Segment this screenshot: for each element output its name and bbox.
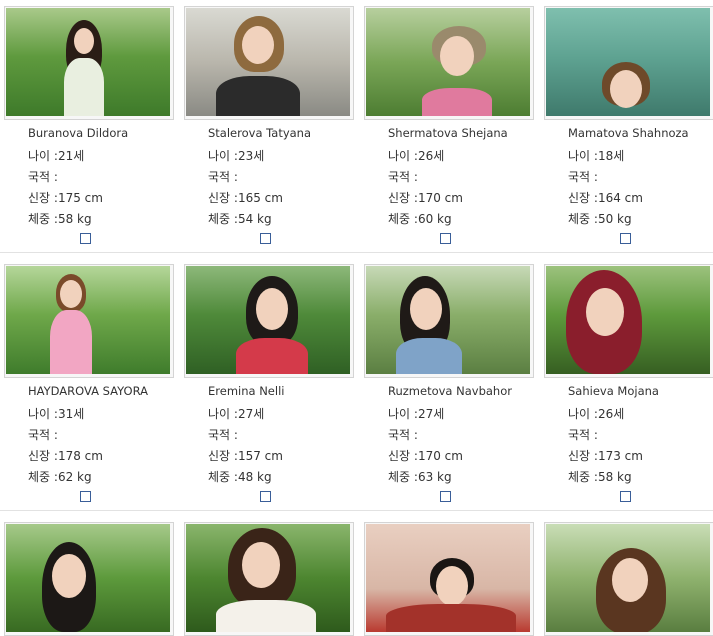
age-value: 27세: [417, 407, 445, 421]
profile-photo[interactable]: [544, 6, 713, 120]
weight-label: 체중 :: [28, 212, 58, 226]
profile-photo[interactable]: [364, 6, 534, 120]
nationality-label: 국적 :: [208, 428, 238, 442]
profile-name: HAYDAROVA SAYORA: [28, 384, 148, 398]
weight-value: 63 kg: [417, 470, 452, 484]
weight-label: 체중 :: [208, 212, 238, 226]
profile-photo[interactable]: [184, 264, 354, 378]
height-value: 157 cm: [237, 449, 283, 463]
height-value: 173 cm: [597, 449, 643, 463]
weight-value: 62 kg: [57, 470, 92, 484]
profile-name: Sahieva Mojana: [568, 384, 659, 398]
select-checkbox[interactable]: [440, 233, 451, 244]
nationality-label: 국적 :: [388, 170, 418, 184]
age-label: 나이 :: [208, 149, 238, 163]
select-checkbox[interactable]: [260, 233, 271, 244]
profile-name: Eremina Nelli: [208, 384, 285, 398]
weight-label: 체중 :: [388, 470, 418, 484]
age-label: 나이 :: [28, 407, 58, 421]
select-checkbox[interactable]: [620, 491, 631, 502]
profile-photo[interactable]: [544, 522, 713, 636]
profile-photo[interactable]: [4, 6, 174, 120]
profile-photo[interactable]: [4, 522, 174, 636]
age-value: 23세: [237, 149, 265, 163]
select-checkbox[interactable]: [80, 491, 91, 502]
weight-value: 60 kg: [417, 212, 452, 226]
profile-photo[interactable]: [544, 264, 713, 378]
age-label: 나이 :: [28, 149, 58, 163]
height-label: 신장 :: [568, 191, 598, 205]
profile-name: Stalerova Tatyana: [208, 126, 312, 140]
age-value: 27세: [237, 407, 265, 421]
profile-photo[interactable]: [4, 264, 174, 378]
select-checkbox[interactable]: [620, 233, 631, 244]
nationality-label: 국적 :: [568, 428, 598, 442]
profile-name: Mamatova Shahnoza: [568, 126, 689, 140]
height-value: 178 cm: [57, 449, 103, 463]
age-label: 나이 :: [568, 149, 598, 163]
nationality-label: 국적 :: [28, 170, 58, 184]
age-value: 18세: [597, 149, 625, 163]
height-value: 175 cm: [57, 191, 103, 205]
height-value: 164 cm: [597, 191, 643, 205]
weight-value: 58 kg: [597, 470, 632, 484]
select-checkbox[interactable]: [260, 491, 271, 502]
height-label: 신장 :: [208, 191, 238, 205]
weight-label: 체중 :: [28, 470, 58, 484]
nationality-label: 국적 :: [568, 170, 598, 184]
age-value: 26세: [417, 149, 445, 163]
age-label: 나이 :: [388, 149, 418, 163]
profile-name: Buranova Dildora: [28, 126, 129, 140]
height-value: 165 cm: [237, 191, 283, 205]
height-label: 신장 :: [388, 191, 418, 205]
age-value: 26세: [597, 407, 625, 421]
weight-value: 58 kg: [57, 212, 92, 226]
height-label: 신장 :: [28, 449, 58, 463]
profile-photo[interactable]: [184, 522, 354, 636]
profile-name: Ruzmetova Navbahor: [388, 384, 512, 398]
weight-label: 체중 :: [568, 212, 598, 226]
row-divider: [0, 510, 713, 511]
age-label: 나이 :: [388, 407, 418, 421]
nationality-label: 국적 :: [388, 428, 418, 442]
weight-value: 48 kg: [237, 470, 272, 484]
age-label: 나이 :: [568, 407, 598, 421]
age-value: 31세: [57, 407, 85, 421]
profile-photo[interactable]: [364, 522, 534, 636]
nationality-label: 국적 :: [208, 170, 238, 184]
profile-photo[interactable]: [184, 6, 354, 120]
weight-label: 체중 :: [568, 470, 598, 484]
select-checkbox[interactable]: [80, 233, 91, 244]
row-divider: [0, 252, 713, 253]
height-value: 170 cm: [417, 449, 463, 463]
select-checkbox[interactable]: [440, 491, 451, 502]
height-label: 신장 :: [568, 449, 598, 463]
nationality-label: 국적 :: [28, 428, 58, 442]
age-label: 나이 :: [208, 407, 238, 421]
profile-grid: Buranova Dildora 나이 :21세 국적 : 신장 :175 cm…: [0, 0, 713, 636]
height-label: 신장 :: [388, 449, 418, 463]
profile-photo[interactable]: [364, 264, 534, 378]
profile-name: Shermatova Shejana: [388, 126, 508, 140]
weight-value: 54 kg: [237, 212, 272, 226]
height-label: 신장 :: [28, 191, 58, 205]
weight-label: 체중 :: [388, 212, 418, 226]
weight-label: 체중 :: [208, 470, 238, 484]
weight-value: 50 kg: [597, 212, 632, 226]
age-value: 21세: [57, 149, 85, 163]
height-label: 신장 :: [208, 449, 238, 463]
height-value: 170 cm: [417, 191, 463, 205]
